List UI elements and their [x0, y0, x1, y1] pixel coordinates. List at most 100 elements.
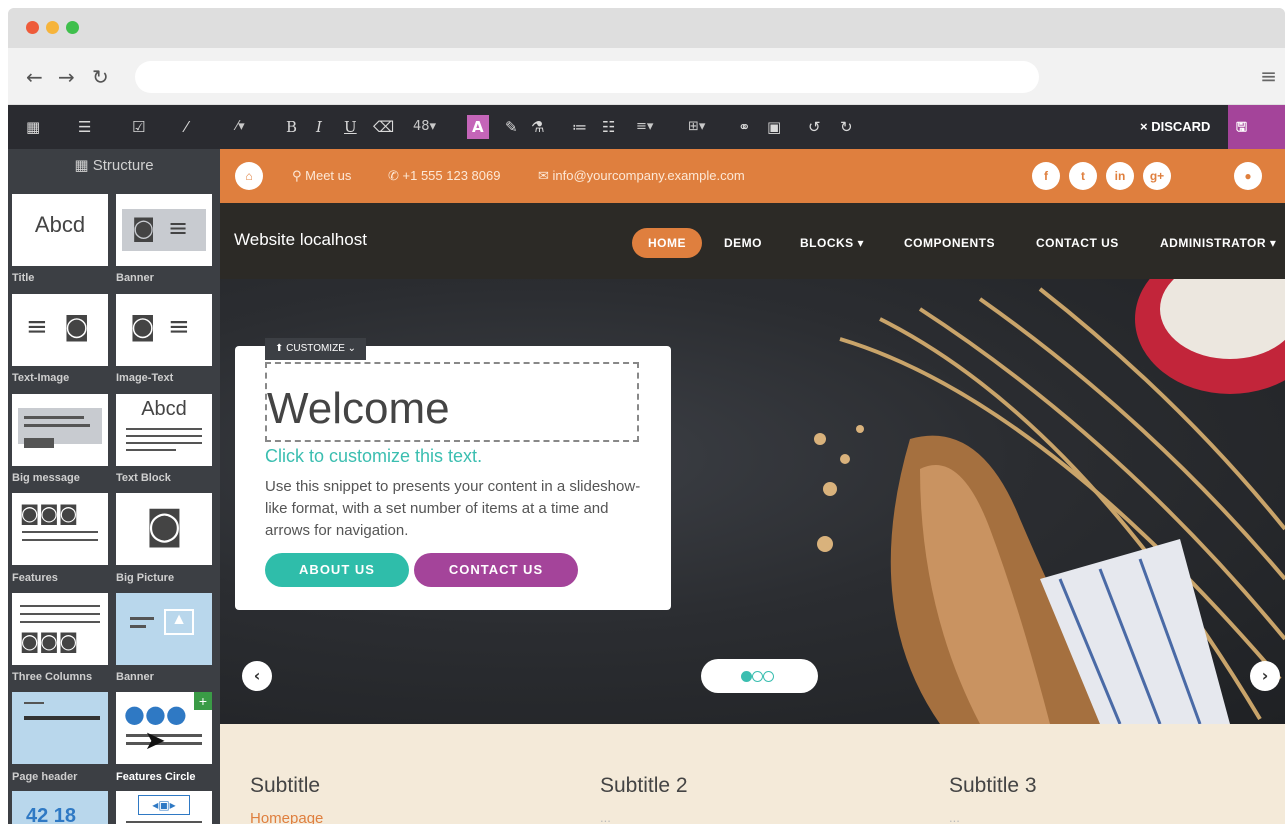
features-section: Subtitle Subtitle 2 Subtitle 3 Homepage … — [220, 724, 1285, 824]
google-plus-icon[interactable]: g+ — [1143, 162, 1171, 190]
nav-home[interactable]: HOME — [632, 228, 702, 258]
snippet-label: Features — [12, 572, 58, 584]
chevron-right-icon[interactable]: › — [1250, 661, 1280, 691]
snippet-label: Features Circle — [116, 771, 196, 783]
table-icon[interactable]: ⊞▾ — [688, 115, 705, 139]
snippet-image-text[interactable]: ◙ ≡ — [116, 294, 212, 366]
site-brand[interactable]: Website localhost — [234, 230, 367, 250]
align-icon[interactable]: ≡▾ — [636, 115, 653, 139]
camera-icon: ◙ — [130, 312, 156, 342]
welcome-title[interactable]: Welcome — [267, 384, 450, 434]
snippet-banner[interactable]: ◙ ≡ — [116, 194, 212, 266]
preview-line — [126, 449, 176, 451]
home-icon[interactable]: ⌂ — [235, 162, 263, 190]
nav-blocks[interactable]: BLOCKS ▾ — [800, 228, 864, 258]
contact-us-button[interactable]: CONTACT US — [414, 553, 578, 587]
preview-line — [22, 531, 98, 533]
eraser-icon[interactable]: ⌫ — [373, 115, 394, 139]
nav-contact-us[interactable]: CONTACT US — [1036, 228, 1119, 258]
bold-icon[interactable]: B — [286, 115, 297, 139]
meet-us-text[interactable]: ⚲ Meet us — [292, 168, 351, 184]
save-button[interactable]: 🖫 SAVE — [1228, 105, 1285, 178]
phone-text[interactable]: ✆ +1 555 123 8069 — [388, 168, 500, 184]
underline-icon[interactable]: U — [344, 115, 357, 139]
snippet-features-circle[interactable]: ●●● + ➤ — [116, 692, 212, 764]
text-color-icon[interactable]: A — [467, 115, 489, 139]
snippet-banner-2[interactable]: ▲ — [116, 593, 212, 665]
snippet-carousel[interactable]: ◂▣▸ — [116, 791, 212, 824]
indicator-dot[interactable] — [763, 671, 774, 682]
snippet-label: Text Block — [116, 472, 171, 484]
discard-button[interactable]: × DISCARD — [1140, 105, 1210, 149]
back-arrow-icon[interactable]: ← — [26, 65, 43, 89]
text-lines-icon: ≡ — [168, 214, 189, 242]
format-icon[interactable]: ⁄▾ — [236, 115, 245, 139]
minimize-window-dot[interactable] — [46, 21, 59, 34]
linkedin-icon[interactable]: in — [1106, 162, 1134, 190]
browser-window: ← → ↻ ≡ ▦ ☰ ☑ ⁄ ⁄▾ B I U ⌫ 48▾ A ✎ ⚗ ≔ ☷… — [8, 8, 1285, 824]
crumb — [814, 433, 826, 445]
bullet-list-icon[interactable]: ≔ — [572, 115, 587, 139]
welcome-card: Welcome Click to customize this text. Us… — [235, 346, 671, 610]
snippet-text-block[interactable]: Abcd — [116, 394, 212, 466]
snippet-big-message[interactable] — [12, 394, 108, 466]
snippet-label: Three Columns — [12, 671, 93, 683]
preview-line — [20, 613, 100, 615]
redo-icon[interactable]: ↻ — [840, 115, 853, 139]
customize-text[interactable]: Click to customize this text. — [265, 446, 482, 467]
customize-dropdown[interactable]: ⬆ CUSTOMIZE ⌄ — [265, 338, 367, 360]
link-icon[interactable]: ⚭ — [738, 115, 751, 139]
outline-icon[interactable]: ☰ — [78, 115, 91, 139]
snippet-three-columns[interactable]: ◙◙◙ — [12, 593, 108, 665]
mouse-cursor-icon: ➤ — [144, 726, 166, 756]
snippet-features[interactable]: ◙◙◙ — [12, 493, 108, 565]
camera-icon: ◙◙◙ — [20, 629, 79, 653]
language-globe-icon[interactable]: ● — [1234, 162, 1262, 190]
nav-demo[interactable]: DEMO — [724, 228, 762, 258]
preview-line — [20, 605, 100, 607]
indicator-dot[interactable] — [752, 671, 763, 682]
subtitle-2[interactable]: Subtitle 2 — [600, 774, 688, 798]
font-size-value: 48 — [413, 119, 430, 134]
snippet-title[interactable]: Abcd — [12, 194, 108, 266]
about-us-button[interactable]: ABOUT US — [265, 553, 409, 587]
email-text[interactable]: ✉ info@yourcompany.example.com — [538, 168, 745, 184]
facebook-icon[interactable]: f — [1032, 162, 1060, 190]
font-size-select[interactable]: 48▾ — [413, 115, 436, 139]
snippet-page-header[interactable] — [12, 692, 108, 764]
italic-icon[interactable]: I — [316, 115, 322, 139]
snippet-text-image[interactable]: ≡ ◙ — [12, 294, 108, 366]
close-window-dot[interactable] — [26, 21, 39, 34]
reload-icon[interactable]: ↻ — [92, 65, 109, 89]
maximize-window-dot[interactable] — [66, 21, 79, 34]
snippet-label: Title — [12, 272, 35, 284]
nav-components[interactable]: COMPONENTS — [904, 228, 995, 258]
chevron-left-icon[interactable]: ‹ — [242, 661, 272, 691]
checkbox-icon[interactable]: ☑ — [132, 115, 145, 139]
subtitle-2-text: ... — [600, 810, 611, 824]
numbered-list-icon[interactable]: ☷ — [602, 115, 615, 139]
subtitle-1[interactable]: Subtitle — [250, 774, 320, 798]
highlight-icon[interactable]: ⚗ — [531, 115, 544, 139]
url-input[interactable] — [135, 61, 1039, 93]
twitter-icon[interactable]: t — [1069, 162, 1097, 190]
carousel-icon: ◂▣▸ — [138, 795, 190, 815]
indicator-dot-active[interactable] — [741, 671, 752, 682]
snippets-grid-icon[interactable]: ▦ — [26, 115, 40, 139]
hamburger-icon[interactable]: ≡ — [1260, 64, 1277, 88]
snippet-numbers[interactable]: 42 18 — [12, 791, 108, 824]
magic-wand-icon[interactable]: ⁄ — [185, 115, 188, 139]
circles-icon: ●●● — [124, 700, 187, 728]
camera-icon: ◙◙◙ — [20, 501, 79, 525]
preview-line — [22, 539, 98, 541]
nav-administrator[interactable]: ADMINISTRATOR ▾ — [1160, 228, 1276, 258]
forward-arrow-icon[interactable]: → — [58, 65, 75, 89]
snippet-big-picture[interactable]: ◙ — [116, 493, 212, 565]
homepage-link[interactable]: Homepage — [250, 810, 323, 824]
undo-icon[interactable]: ↺ — [808, 115, 821, 139]
snippet-label: Big Picture — [116, 572, 175, 584]
subtitle-3[interactable]: Subtitle 3 — [949, 774, 1037, 798]
brush-icon[interactable]: ✎ — [505, 115, 518, 139]
image-icon[interactable]: ▣ — [767, 115, 781, 139]
hero-paragraph[interactable]: Use this snippet to presents your conten… — [265, 476, 645, 542]
